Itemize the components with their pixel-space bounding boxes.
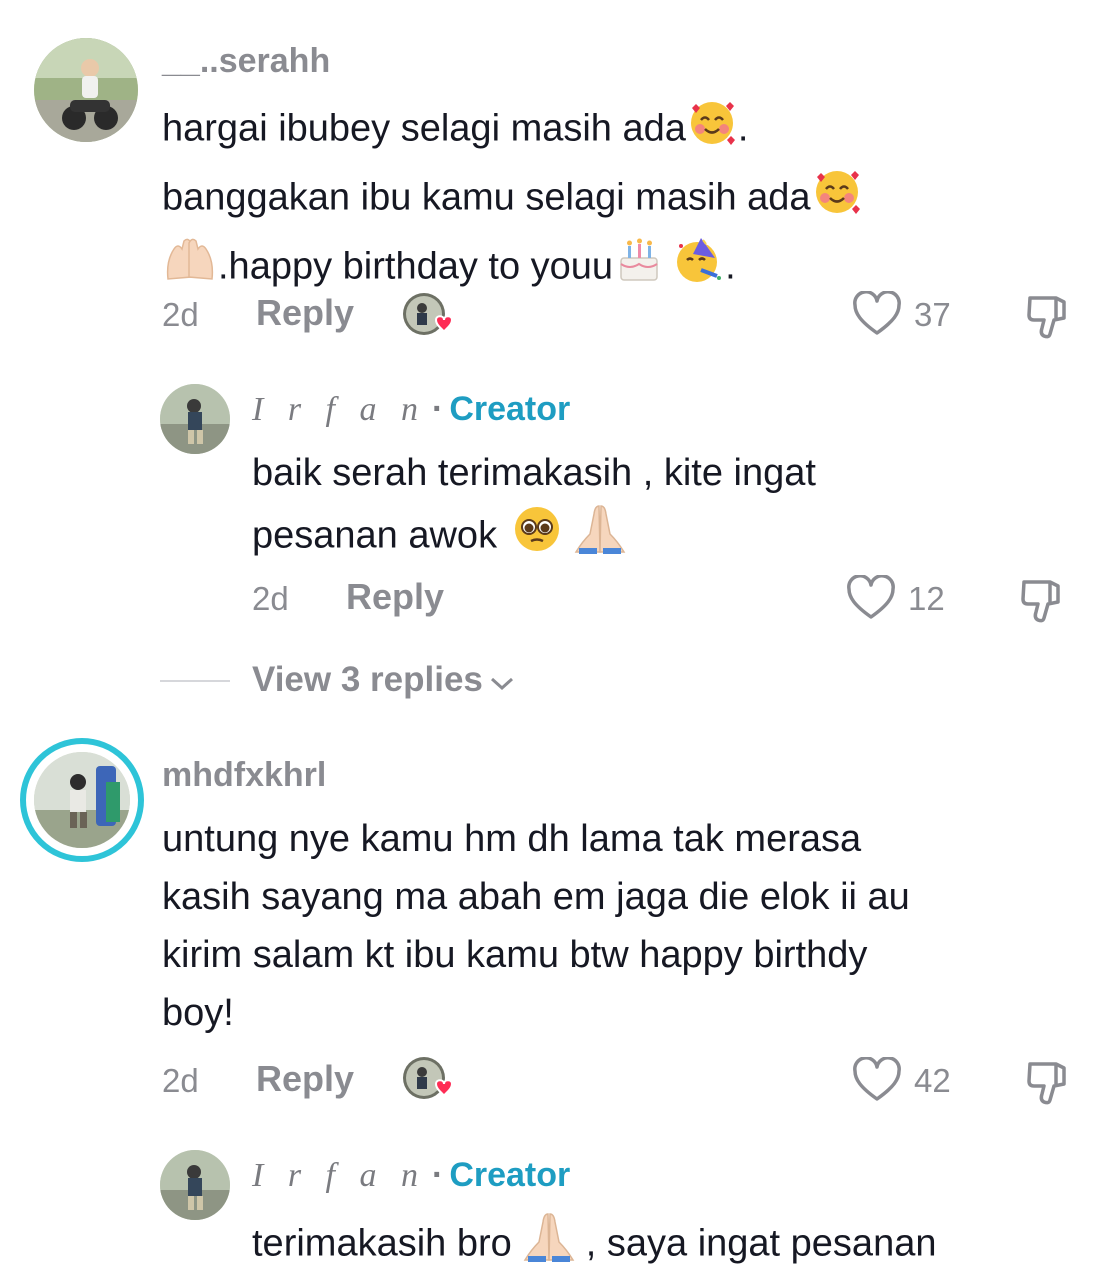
- comment-text-line: .happy birthday to youu: [218, 245, 614, 288]
- heart-outline-icon[interactable]: [846, 574, 896, 626]
- smiling-face-with-hearts-icon: [686, 96, 738, 165]
- separator-dot: ·: [432, 1156, 444, 1194]
- thumbs-down-icon[interactable]: [1018, 576, 1066, 629]
- reply-text: baik serah terimakasih , kite ingat pesa…: [252, 444, 1092, 573]
- reply-author-row: I r f a n · Creator: [252, 390, 570, 429]
- avatar[interactable]: [160, 1150, 230, 1220]
- comment-text-line: .: [737, 107, 749, 150]
- comment-time: 2d: [162, 296, 199, 333]
- story-ring[interactable]: [20, 738, 144, 862]
- partying-face-icon: [673, 234, 725, 303]
- folded-hands-icon: [573, 502, 627, 573]
- reply-time: 2d: [252, 580, 289, 617]
- comment-text-line: kasih sayang ma abah em jaga die elok ii…: [162, 876, 910, 918]
- pleading-face-icon: [511, 503, 563, 572]
- creator-heart-avatar-icon: [400, 1056, 458, 1104]
- like-count: 42: [914, 1062, 951, 1099]
- smiling-face-with-hearts-icon: [811, 165, 863, 234]
- creator-heart-avatar-icon: [400, 292, 458, 340]
- reply-text-line: pesanan awok: [252, 514, 498, 557]
- view-replies-button[interactable]: View 3 replies: [252, 660, 515, 702]
- like-count: 12: [908, 580, 945, 617]
- folded-hands-icon: [522, 1210, 576, 1281]
- view-replies-divider: [160, 680, 230, 682]
- thumbs-down-icon[interactable]: [1024, 1058, 1072, 1111]
- reply-username[interactable]: I r f a n: [252, 1157, 426, 1194]
- reply-text-line: baik serah terimakasih , kite ingat: [252, 452, 816, 494]
- reply-button[interactable]: Reply: [256, 292, 354, 334]
- reply-text-line: , saya ingat pesanan: [585, 1222, 937, 1265]
- reply-button[interactable]: Reply: [256, 1058, 354, 1100]
- heart-outline-icon[interactable]: [852, 1056, 902, 1108]
- avatar[interactable]: [34, 38, 138, 142]
- comment-text-line: kirim salam kt ibu kamu btw happy birthd…: [162, 934, 868, 976]
- reply-author-row: I r f a n · Creator: [252, 1156, 570, 1195]
- like-count: 37: [914, 296, 951, 333]
- comment-text-line: boy!: [162, 992, 234, 1034]
- chevron-down-icon: [489, 662, 515, 702]
- comment-text-line: untung nye kamu hm dh lama tak merasa: [162, 818, 862, 860]
- creator-badge: Creator: [449, 1156, 571, 1194]
- comment-username[interactable]: __..serahh: [162, 42, 330, 81]
- thumbs-down-icon[interactable]: [1024, 292, 1072, 345]
- comment-username[interactable]: mhdfxkhrl: [162, 756, 326, 795]
- comment-text-line: hargai ibubey selagi masih ada: [162, 107, 686, 150]
- birthday-cake-icon: [613, 234, 665, 303]
- creator-badge: Creator: [449, 390, 571, 428]
- avatar[interactable]: [160, 384, 230, 454]
- heart-outline-icon[interactable]: [852, 290, 902, 342]
- comment-text-line: banggakan ibu kamu selagi masih ada: [162, 176, 811, 219]
- raising-hands-icon: [162, 235, 218, 302]
- avatar: [34, 752, 130, 848]
- comment-text-line: .: [725, 245, 736, 288]
- comment-text: hargai ibubey selagi masih ada. banggaka…: [162, 96, 1092, 303]
- view-replies-label: View 3 replies: [252, 660, 483, 699]
- reply-button[interactable]: Reply: [346, 576, 444, 618]
- separator-dot: ·: [432, 390, 444, 428]
- comment-text: untung nye kamu hm dh lama tak merasa ka…: [162, 810, 1102, 1042]
- reply-text: terimakasih bro , saya ingat pesanan: [252, 1210, 1112, 1281]
- reply-text-line: terimakasih bro: [252, 1222, 512, 1265]
- comment-time: 2d: [162, 1062, 199, 1099]
- reply-username[interactable]: I r f a n: [252, 391, 426, 428]
